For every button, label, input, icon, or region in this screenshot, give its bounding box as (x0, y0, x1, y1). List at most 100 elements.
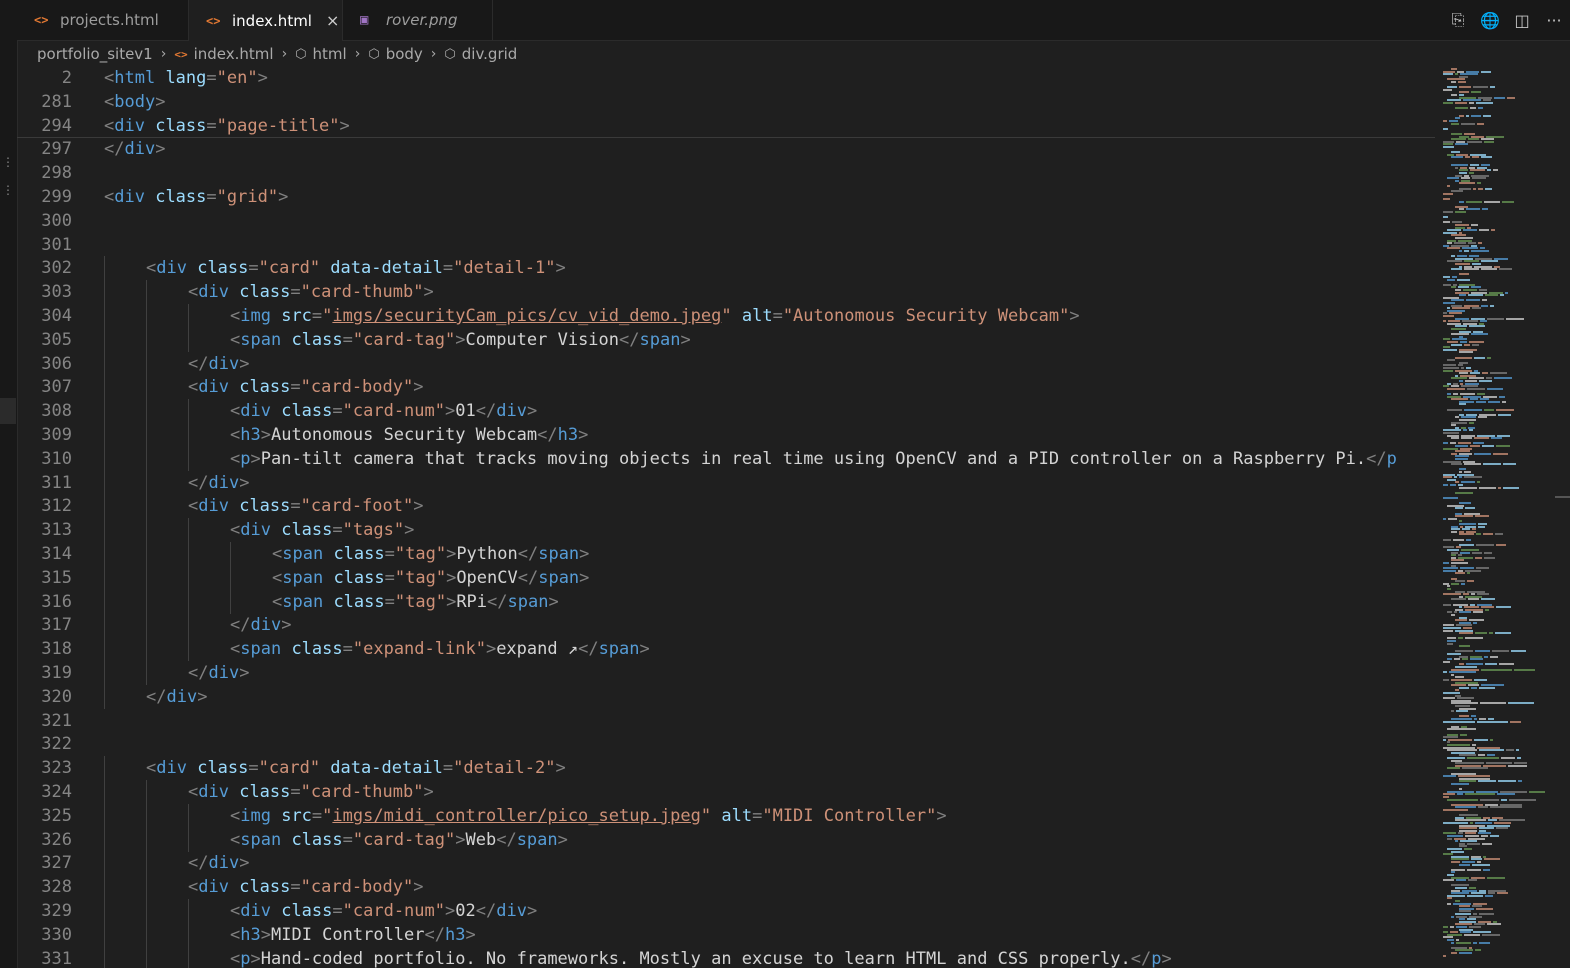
minimap-stroke (1517, 757, 1521, 759)
code-line[interactable]: 329 <div class="card-num">02</div> (17, 899, 1435, 923)
code-token: "card-thumb" (300, 782, 424, 802)
line-number: 305 (41, 329, 72, 350)
minimap-stroke (1468, 598, 1479, 601)
code-line[interactable]: 328 <div class="card-body"> (17, 875, 1435, 900)
code-text: <body> (104, 90, 165, 114)
breadcrumb-html[interactable]: html (313, 45, 347, 63)
code-line[interactable]: 298 (17, 161, 1435, 185)
code-line[interactable]: 323 <div class="card" data-detail="detail… (17, 756, 1435, 781)
code-token: < (230, 901, 241, 921)
minimap-stroke (1500, 294, 1504, 297)
minimap-stroke (1467, 757, 1499, 759)
code-line[interactable]: 324 <div class="card-thumb"> (17, 780, 1435, 804)
code-line[interactable]: 318 <span class="expand-link">expand ↗</s… (17, 637, 1435, 662)
minimap-stroke (1482, 445, 1494, 447)
breadcrumb-folder[interactable]: portfolio_sitev1 (37, 45, 153, 63)
code-line[interactable]: 315 <span class="tag">OpenCV</span> (17, 565, 1435, 590)
indent-guide (230, 589, 231, 614)
code-line[interactable]: 319 </div> (17, 661, 1435, 685)
code-line[interactable]: 320 </div> (17, 684, 1435, 709)
minimap-stroke (1453, 538, 1464, 541)
minimap-stroke (1443, 211, 1453, 213)
sticky-code-line[interactable]: 281 <body> (17, 90, 1435, 114)
code-token: "detail-1" (453, 258, 556, 279)
breadcrumb-div-grid[interactable]: div.grid (462, 45, 518, 63)
code-token: > (465, 924, 476, 945)
globe-icon[interactable]: 🌐 (1474, 11, 1506, 30)
code-line[interactable]: 326 <span class="card-tag">Web</span> (17, 827, 1435, 852)
code-line[interactable]: 308 <div class="card-num">01</div> (17, 399, 1435, 424)
code-line[interactable]: 314 <span class="tag">Python</span> (17, 542, 1435, 566)
minimap[interactable] (1435, 66, 1555, 968)
code-token: > (260, 425, 271, 445)
code-token: p (1386, 448, 1397, 469)
minimap-stroke (1501, 757, 1515, 759)
minimap-stroke (1493, 169, 1498, 172)
code-line[interactable]: 325 <img src="imgs/midi_controller/pico_s… (17, 803, 1435, 828)
tab-rover-png[interactable]: ▣ rover.png (343, 0, 493, 40)
code-line[interactable]: 300 (17, 209, 1435, 233)
code-text: <p>Pan-tilt camera that tracks moving ob… (230, 447, 1397, 471)
indent-guide (146, 423, 147, 447)
minimap-stroke (1454, 658, 1460, 661)
code-token: class (144, 115, 207, 136)
tab-projects-html[interactable]: <> projects.html (17, 0, 189, 40)
code-token: = (384, 567, 395, 588)
minimap-stroke (1484, 408, 1494, 411)
minimap-stroke (1485, 608, 1489, 611)
code-line[interactable]: 316 <span class="tag">RPi</span> (17, 589, 1435, 614)
code-token: </ (230, 615, 251, 636)
code-line[interactable]: 317 </div> (17, 613, 1435, 638)
code-line[interactable]: 307 <div class="card-body"> (17, 375, 1435, 400)
code-line[interactable]: 302 <div class="card" data-detail="detail… (17, 256, 1435, 281)
code-line[interactable]: 304 <img src="imgs/securityCam_pics/cv_vi… (17, 304, 1435, 328)
code-line[interactable]: 303 <div class="card-thumb"> (17, 280, 1435, 305)
breadcrumb-file[interactable]: index.html (194, 45, 274, 63)
minimap-stroke (1455, 572, 1465, 575)
minimap-stroke (1443, 88, 1452, 91)
code-token: Autonomous Security Webcam (270, 425, 538, 445)
code-line[interactable]: 321 (17, 709, 1435, 733)
minimap-stroke (1472, 307, 1481, 310)
sticky-code-line[interactable]: 2 <html lang="en"> (17, 66, 1435, 90)
code-token: "card-tag" (352, 329, 456, 350)
code-line[interactable]: 297 </div> (17, 137, 1435, 161)
code-line[interactable]: 311 </div> (17, 470, 1435, 495)
code-line[interactable]: 301 (17, 233, 1435, 257)
breadcrumb-body[interactable]: body (386, 45, 423, 63)
minimap-stroke (1443, 442, 1448, 445)
code-line[interactable]: 313 <div class="tags"> (17, 518, 1435, 543)
more-icon[interactable]: ··· (1538, 11, 1570, 30)
minimap-stroke (1447, 897, 1452, 900)
code-editor[interactable]: 2 <html lang="en"> 281 <body> 294 <div class=… (17, 66, 1435, 968)
code-line[interactable]: 330 <h3>MIDI Controller</h3> (17, 922, 1435, 947)
code-line[interactable]: 322 (17, 732, 1435, 756)
code-text: <div class="card-thumb"> (188, 280, 434, 304)
tab-index-html[interactable]: <> index.html × (189, 0, 343, 41)
sticky-code-line[interactable]: 294 <div class="page-title"> (17, 114, 1435, 138)
code-line[interactable]: 299 <div class="grid"> (17, 185, 1435, 209)
code-line[interactable]: 310 <p>Pan-tilt camera that tracks moving… (17, 446, 1435, 471)
code-line[interactable]: 312 <div class="card-foot"> (17, 494, 1435, 519)
more-icon[interactable]: ⋮ (2, 156, 14, 168)
code-line[interactable]: 327 </div> (17, 851, 1435, 876)
code-line[interactable]: 305 <span class="card-tag">Computer Visio… (17, 327, 1435, 352)
vertical-scrollbar[interactable] (1555, 66, 1570, 968)
minimap-stroke (1482, 208, 1488, 211)
minimap-stroke (1455, 107, 1468, 109)
code-token: > (639, 639, 650, 660)
line-number: 294 (41, 115, 72, 136)
minimap-stroke (1443, 809, 1468, 811)
more-icon[interactable]: ⋮ (2, 184, 14, 196)
minimap-stroke (1459, 200, 1464, 203)
indent-guide (104, 375, 105, 400)
scrollbar-thumb[interactable] (1555, 496, 1570, 498)
code-line[interactable]: 309 <h3>Autonomous Security Webcam</h3> (17, 423, 1435, 447)
code-token: "card-num" (342, 401, 445, 422)
split-editor-icon[interactable]: ◫ (1506, 11, 1538, 30)
close-icon[interactable]: × (326, 11, 339, 30)
code-text: <html lang="en"> (104, 66, 268, 90)
code-line[interactable]: 331 <p>Hand-coded portfolio. No framework… (17, 946, 1435, 968)
code-line[interactable]: 306 </div> (17, 351, 1435, 376)
open-changes-icon[interactable]: ⎘ (1442, 10, 1474, 30)
